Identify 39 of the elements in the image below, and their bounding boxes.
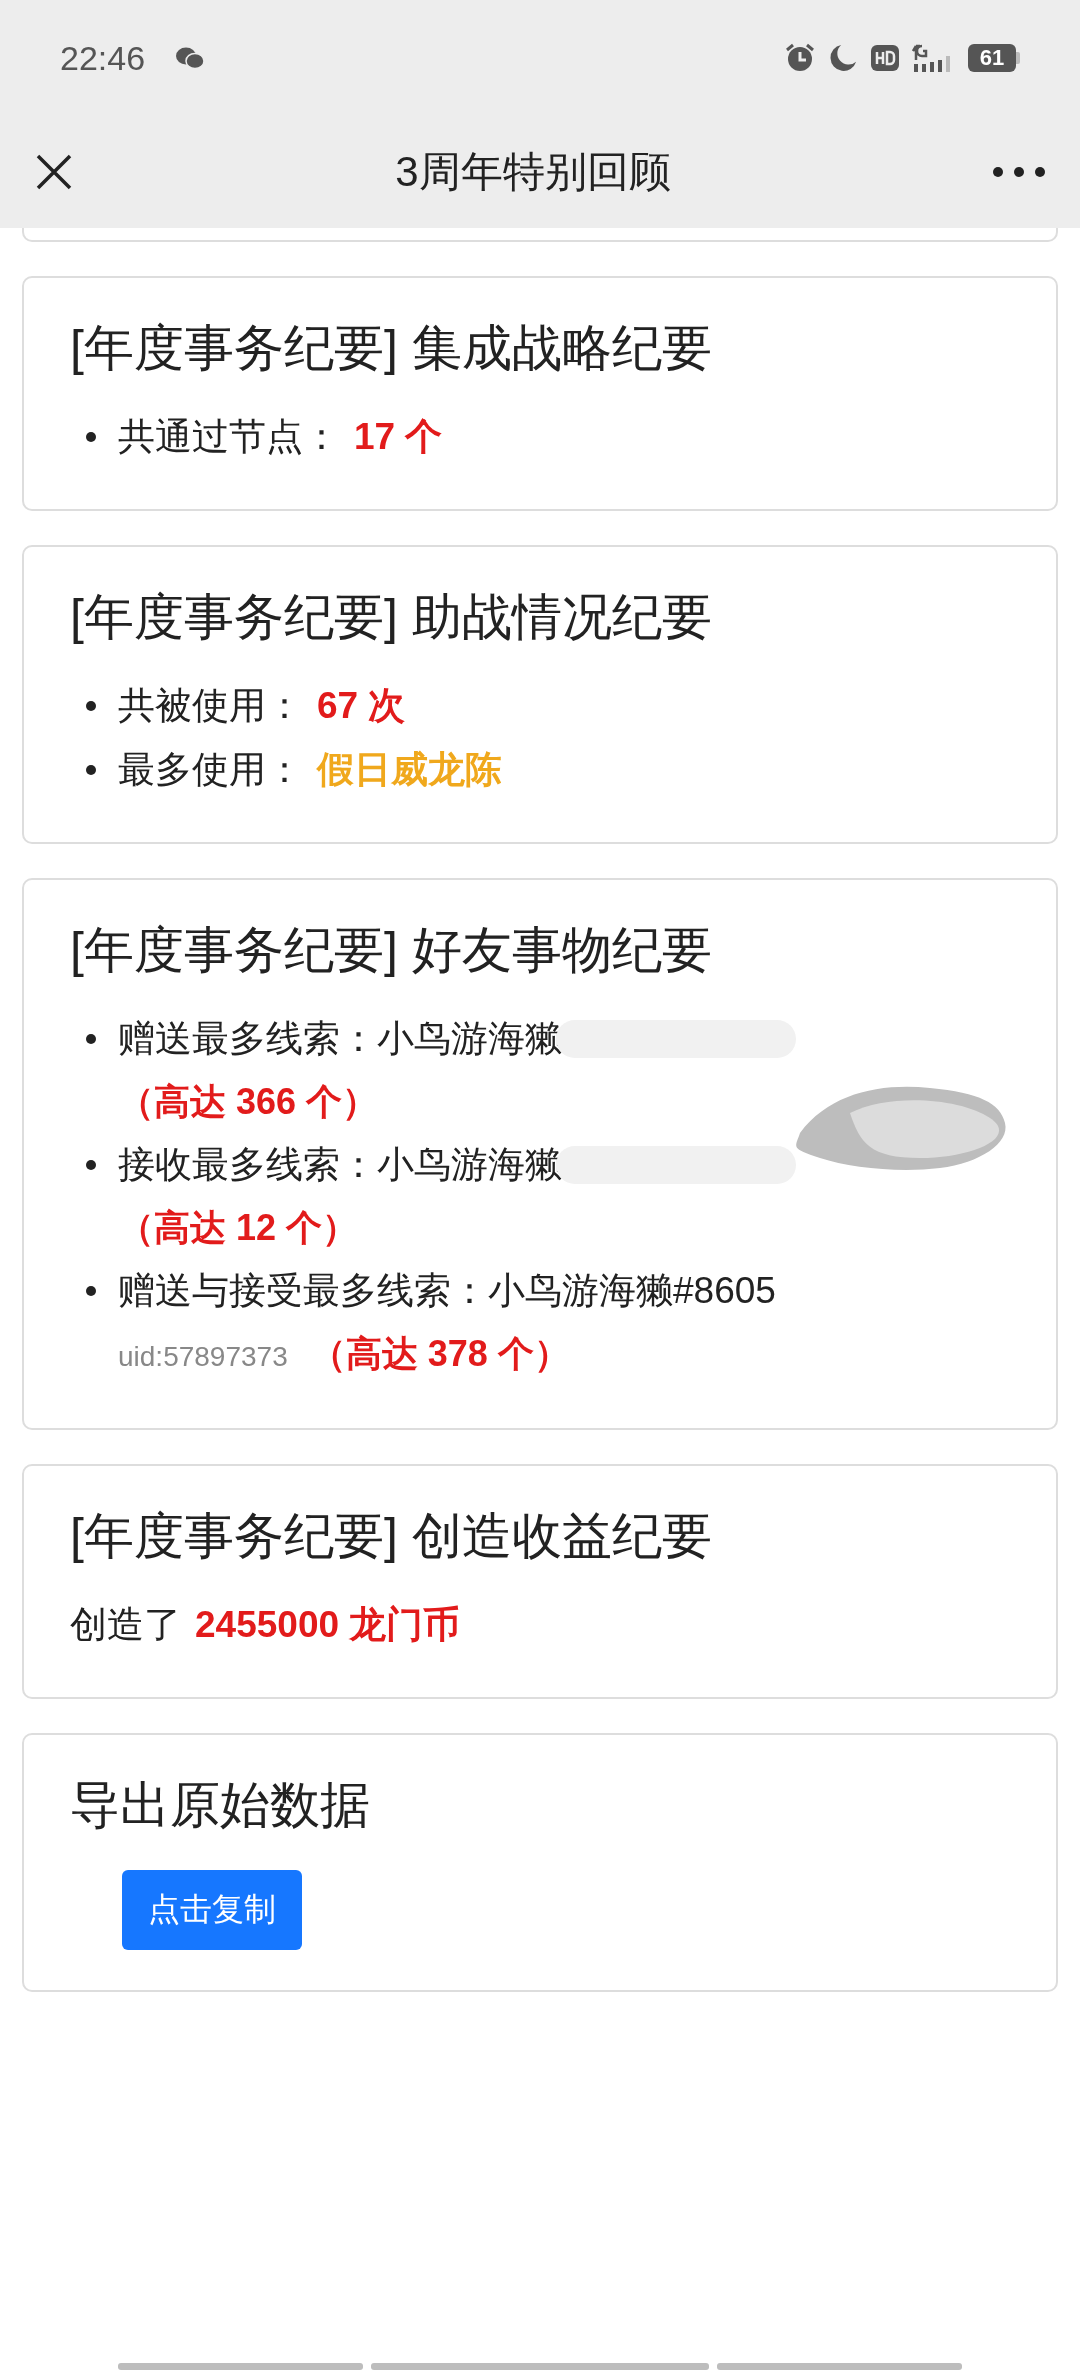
copy-button[interactable]: 点击复制 [122,1870,302,1950]
card-title: [年度事务纪要] 创造收益纪要 [70,1507,713,1566]
bullet-icon [86,701,96,711]
status-time: 22:46 [60,38,146,78]
stat-label: 创造了 [70,1603,181,1647]
gesture-bar[interactable] [118,2363,363,2370]
stat-value: 假日威龙陈 [317,748,502,792]
gesture-bar[interactable] [371,2363,709,2370]
close-icon[interactable] [34,152,74,192]
gesture-bar[interactable] [717,2363,962,2370]
bullet-icon [86,765,96,775]
hd-icon [870,43,900,73]
bullet-icon [86,1034,96,1044]
stat-value: （高达 366 个） [118,1080,379,1124]
stat-label: 共通过节点： [118,415,340,459]
bullet-icon [86,1286,96,1296]
stat-value: 17 个 [354,415,443,459]
card-title: 导出原始数据 [70,1776,371,1835]
card-title: [年度事务纪要] 集成战略纪要 [70,319,713,378]
stat-label: 赠送最多线索： [118,1017,377,1061]
page-title: 3周年特别回顾 [395,147,671,197]
stat-label: 最多使用： [118,748,303,792]
friend-name: 小鸟游海獭#8605 [488,1269,776,1313]
stat-value: 2455000 龙门币 [195,1603,461,1647]
stat-label: 共被使用： [118,684,303,728]
card-title: [年度事务纪要] 助战情况纪要 [70,588,713,647]
user-id: uid:57897373 [118,1340,288,1374]
stat-label: 赠送与接受最多线索： [118,1269,488,1313]
stat-value: 67 次 [317,684,406,728]
stat-value: （高达 378 个） [309,1332,570,1376]
bullet-icon [86,1160,96,1170]
chat-icon [175,46,206,70]
moon-icon [828,43,858,73]
stat-label: 接收最多线索： [118,1143,377,1187]
alarm-icon [784,42,816,74]
more-icon[interactable] [992,166,1046,178]
bullet-icon [86,432,96,442]
card-title: [年度事务纪要] 好友事物纪要 [70,921,713,980]
stat-value: （高达 12 个） [118,1206,359,1250]
